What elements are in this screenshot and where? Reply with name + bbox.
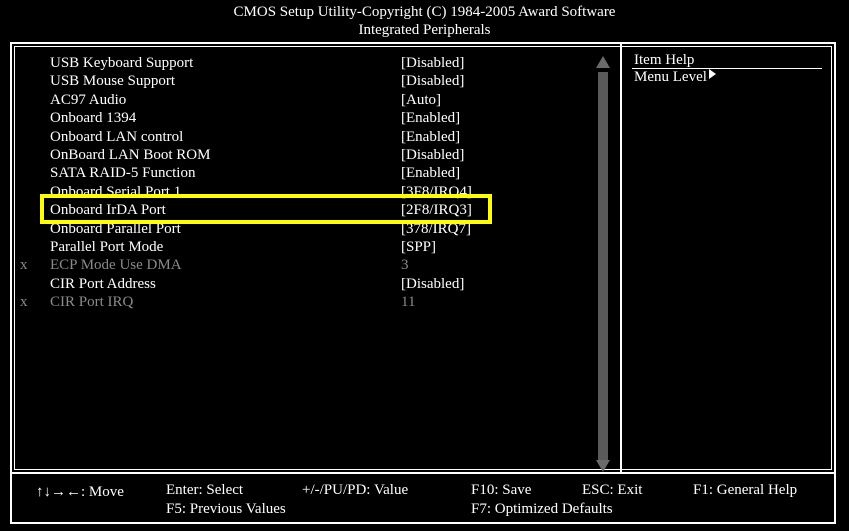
setting-value[interactable]: [Disabled]: [401, 72, 464, 91]
setting-row[interactable]: Parallel Port Mode [SPP]: [36, 238, 596, 257]
triangle-down-icon[interactable]: [596, 460, 610, 472]
key-save: F10: Save: [471, 482, 532, 498]
setting-value[interactable]: [Enabled]: [401, 164, 460, 183]
key-previous-values: F5: Previous Values: [166, 501, 286, 517]
title-bar: CMOS Setup Utility-Copyright (C) 1984-20…: [0, 3, 849, 39]
setting-value[interactable]: 11: [401, 293, 415, 312]
disabled-mark: x: [20, 294, 28, 311]
setting-label: AC97 Audio: [50, 91, 127, 108]
setting-row[interactable]: x ECP Mode Use DMA 3: [20, 256, 596, 275]
setting-value[interactable]: 3: [401, 256, 409, 275]
setting-label: Onboard 1394: [50, 110, 137, 127]
title-line-2: Integrated Peripherals: [358, 22, 491, 38]
setting-label: SATA RAID-5 Function: [50, 165, 196, 182]
setting-label: CIR Port Address: [50, 275, 156, 292]
setting-value[interactable]: [Disabled]: [401, 54, 464, 73]
setting-row[interactable]: CIR Port Address [Disabled]: [36, 275, 596, 294]
panel-divider: [620, 44, 622, 472]
triangle-up-icon[interactable]: [596, 56, 610, 68]
menu-level: Menu Level: [634, 68, 716, 87]
setting-row[interactable]: AC97 Audio [Auto]: [36, 91, 596, 110]
setting-label: USB Mouse Support: [50, 73, 176, 90]
setting-label: OnBoard LAN Boot ROM: [50, 147, 211, 163]
setting-row[interactable]: Onboard 1394 [Enabled]: [36, 109, 596, 128]
triangle-right-icon: [708, 69, 716, 79]
setting-label: USB Keyboard Support: [50, 55, 194, 71]
setting-row[interactable]: OnBoard LAN Boot ROM [Disabled]: [36, 146, 596, 165]
setting-label: Onboard LAN control: [50, 128, 184, 145]
setting-label: ECP Mode Use DMA: [50, 257, 182, 274]
setting-row[interactable]: SATA RAID-5 Function [Enabled]: [36, 164, 596, 183]
highlight-box: [40, 194, 492, 224]
bios-screen: CMOS Setup Utility-Copyright (C) 1984-20…: [0, 0, 849, 531]
key-exit: ESC: Exit: [582, 482, 643, 498]
setting-label: Parallel Port Mode: [50, 239, 164, 255]
title-line-1: CMOS Setup Utility-Copyright (C) 1984-20…: [233, 4, 616, 20]
setting-value[interactable]: [Enabled]: [401, 128, 460, 147]
key-optimized-defaults: F7: Optimized Defaults: [471, 501, 613, 517]
setting-row[interactable]: x CIR Port IRQ 11: [20, 293, 596, 312]
scroll-track[interactable]: [598, 72, 608, 462]
disabled-mark: x: [20, 257, 28, 274]
setting-row[interactable]: USB Mouse Support [Disabled]: [36, 72, 596, 91]
setting-value[interactable]: [SPP]: [401, 238, 436, 257]
footer-key-legend: ↑↓→←: Move Enter: Select +/-/PU/PD: Valu…: [10, 474, 836, 524]
setting-value[interactable]: [Enabled]: [401, 109, 460, 128]
setting-value[interactable]: [Disabled]: [401, 146, 464, 165]
key-value: +/-/PU/PD: Value: [302, 482, 409, 498]
key-general-help: F1: General Help: [693, 482, 798, 498]
main-frame: USB Keyboard Support [Disabled] USB Mouse …: [10, 42, 836, 474]
key-move: ↑↓→←: Move: [36, 484, 124, 500]
setting-value[interactable]: [Disabled]: [401, 275, 464, 294]
setting-row[interactable]: USB Keyboard Support [Disabled]: [36, 54, 596, 73]
menu-level-label: Menu Level: [634, 69, 707, 85]
setting-value[interactable]: [Auto]: [401, 91, 441, 110]
setting-row[interactable]: Onboard LAN control [Enabled]: [36, 128, 596, 147]
scrollbar[interactable]: [594, 56, 610, 474]
setting-label: CIR Port IRQ: [50, 294, 134, 311]
key-select: Enter: Select: [166, 482, 244, 498]
